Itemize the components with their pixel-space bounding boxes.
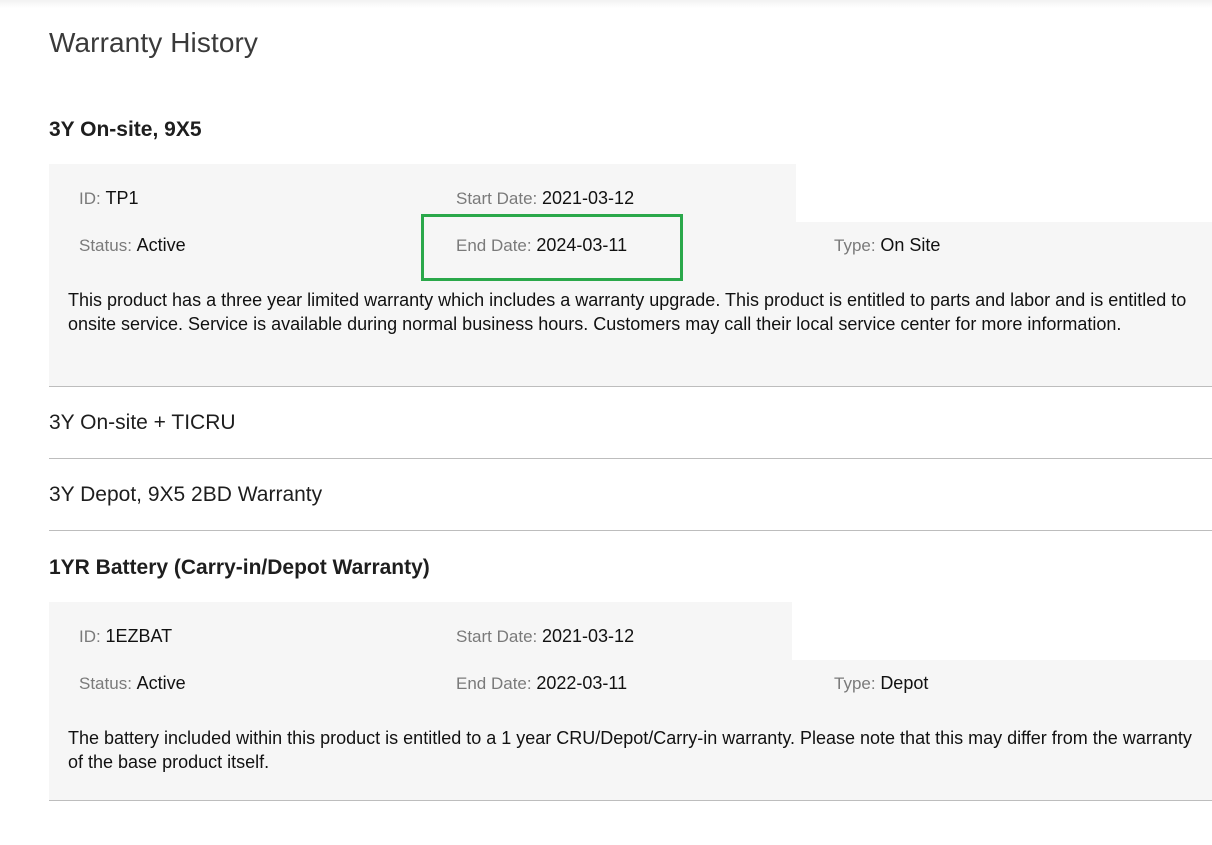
warranty-title-3y-depot[interactable]: 3Y Depot, 9X5 2BD Warranty — [49, 483, 322, 507]
warranty-id-value: TP1 — [105, 188, 139, 208]
end-date-field: End Date: 2022-03-11 — [456, 673, 628, 693]
end-date-label: End Date — [456, 674, 527, 693]
page-title: Warranty History — [49, 27, 259, 58]
warranty-description: The battery included within this product… — [68, 728, 1192, 772]
warranty-title-1yr-battery[interactable]: 1YR Battery (Carry-in/Depot Warranty) — [49, 556, 430, 580]
start-date-value: 2021-03-12 — [542, 188, 635, 208]
top-shade — [0, 0, 1212, 8]
start-date-field: Start Date: 2021-03-12 — [456, 626, 635, 646]
warranty-id-value: 1EZBAT — [105, 626, 173, 646]
type-value: On Site — [880, 235, 941, 255]
warranty-title-3y-onsite-ticru[interactable]: 3Y On-site + TICRU — [49, 411, 236, 435]
status-label: Status — [79, 674, 128, 693]
status-label: Status — [79, 236, 128, 255]
warranty-id-field: ID: 1EZBAT — [79, 626, 173, 646]
warranty-id-field: ID: TP1 — [79, 188, 139, 208]
divider — [49, 800, 1212, 801]
status-value: Active — [136, 235, 186, 255]
divider — [49, 530, 1212, 531]
warranty-description: This product has a three year limited wa… — [68, 290, 1187, 334]
start-date-label: Start Date — [456, 627, 533, 646]
warranty-id-label: ID — [79, 627, 96, 646]
end-date-value: 2022-03-11 — [536, 673, 628, 693]
divider — [49, 458, 1212, 459]
warranty-details-panel: ID: 1EZBAT Start Date: 2021-03-12 Status… — [49, 602, 1212, 800]
warranty-title-3y-onsite[interactable]: 3Y On-site, 9X5 — [49, 118, 202, 142]
start-date-value: 2021-03-12 — [542, 626, 635, 646]
start-date-field: Start Date: 2021-03-12 — [456, 188, 635, 208]
status-field: Status: Active — [79, 673, 186, 693]
highlight-box — [421, 214, 683, 281]
divider — [49, 386, 1212, 387]
type-field: Type: On Site — [834, 235, 941, 255]
type-label: Type — [834, 236, 871, 255]
type-field: Type: Depot — [834, 673, 929, 693]
type-value: Depot — [880, 673, 929, 693]
start-date-label: Start Date — [456, 189, 533, 208]
warranty-id-label: ID — [79, 189, 96, 208]
type-label: Type — [834, 674, 871, 693]
status-value: Active — [136, 673, 186, 693]
status-field: Status: Active — [79, 235, 186, 255]
